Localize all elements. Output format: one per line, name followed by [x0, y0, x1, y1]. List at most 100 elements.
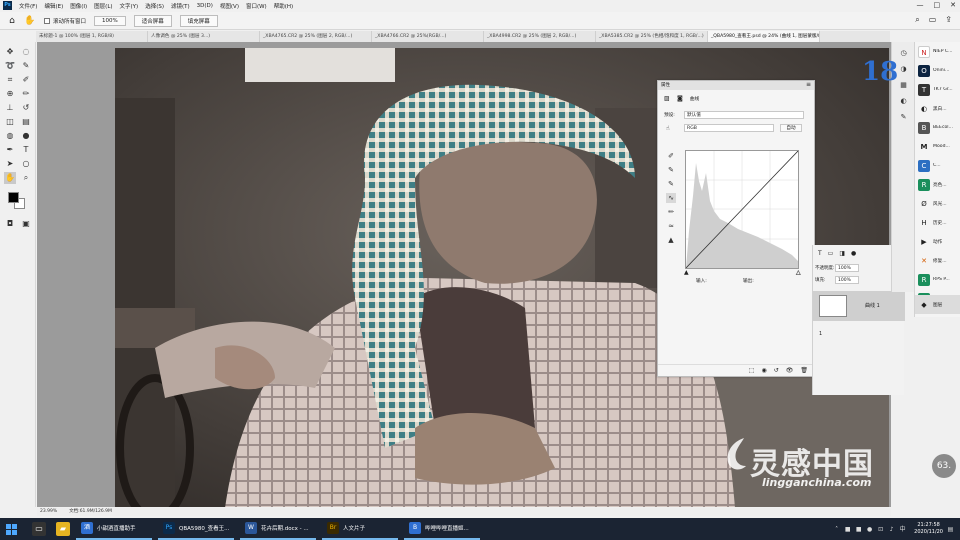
notification-icon[interactable]: ▤ — [947, 526, 954, 533]
menu-layer[interactable]: 图层(L) — [94, 2, 112, 10]
brush-panel-icon[interactable]: ✎ — [898, 112, 909, 123]
volume-icon[interactable]: ♪ — [888, 526, 895, 533]
menu-window[interactable]: 窗口(W) — [246, 2, 267, 10]
smooth-curve-icon[interactable]: ≈ — [666, 221, 676, 231]
color-panel-icon[interactable]: ◑ — [898, 64, 909, 75]
dodge-tool-icon[interactable]: ● — [20, 130, 32, 142]
quick-select-icon[interactable]: ✎ — [20, 60, 32, 72]
eyedropper-icon[interactable]: ✐ — [20, 74, 32, 86]
zoom-value-field[interactable]: 100% — [94, 15, 126, 26]
smart-filter-icon[interactable]: ◨ — [839, 250, 845, 257]
layer-row-background[interactable]: 1 — [813, 321, 905, 351]
quick-mask-icon[interactable]: ◘ — [4, 218, 16, 230]
extension-item-2[interactable]: O Onini... — [915, 61, 960, 80]
layer-mask-thumbnail[interactable] — [819, 295, 847, 317]
workspace-icon[interactable]: ▭ — [929, 15, 937, 25]
target-adjust-icon[interactable]: ☝ — [666, 125, 670, 132]
extension-item-3[interactable]: T TK7 Gr... — [915, 80, 960, 99]
hand-tool-icon[interactable]: ✋ — [24, 15, 36, 27]
tab-document-active[interactable]: _QBA5980_查看王.psd @ 24% (曲线 1, 图层蒙版/8) * — [708, 31, 820, 42]
network-icon[interactable]: ⊡ — [877, 526, 884, 533]
input-method-icon[interactable]: 中 — [899, 526, 906, 533]
opacity-field[interactable]: 100% — [835, 264, 859, 272]
minimize-button[interactable]: — — [917, 1, 924, 9]
taskbar-app-4[interactable]: Br 人文片子 — [322, 518, 398, 540]
extension-item-9[interactable]: Ø 风光... — [915, 194, 960, 213]
clip-to-layer-icon[interactable]: ⬚ — [749, 365, 755, 376]
start-button[interactable] — [0, 518, 22, 540]
extension-item-7[interactable]: C C... — [915, 156, 960, 175]
extension-item-5[interactable]: B BEEcol... — [915, 118, 960, 137]
filter-toggle-icon[interactable]: ● — [851, 250, 856, 257]
black-slider-icon[interactable]: ▲ — [684, 269, 689, 276]
type-filter-icon[interactable]: T — [818, 250, 822, 257]
menu-type[interactable]: 文字(Y) — [120, 2, 139, 10]
tab-document-1[interactable]: 未标题-1 @ 100% (图层 1, RGB/8) — [36, 31, 148, 42]
extension-item-13[interactable]: R RPS P... — [915, 270, 960, 289]
menu-view[interactable]: 视图(V) — [220, 2, 239, 10]
tab-document-2[interactable]: 人像调色 @ 25% (图层 3...) — [148, 31, 260, 42]
extension-item-8[interactable]: R 亮色... — [915, 175, 960, 194]
tab-document-3[interactable]: _XBA4765.CR2 @ 25% (图层 2, RGB/...) — [260, 31, 372, 42]
type-tool-icon[interactable]: T — [20, 144, 32, 156]
tab-document-6[interactable]: _XBA5385.CR2 @ 25% (色相/饱和度 1, RGB/...) — [596, 31, 708, 42]
chevron-up-icon[interactable]: ˄ — [833, 526, 840, 533]
healing-brush-icon[interactable]: ⊕ — [4, 88, 16, 100]
pencil-draw-icon[interactable]: ✏ — [666, 207, 676, 217]
extension-item-1[interactable]: N NIEP C... — [915, 42, 960, 61]
shape-filter-icon[interactable]: ▭ — [828, 250, 834, 257]
tray-app-icon-2[interactable]: ■ — [855, 526, 862, 533]
crop-tool-icon[interactable]: ⌗ — [4, 74, 16, 86]
reset-icon[interactable]: ↺ — [774, 365, 779, 376]
taskbar-app-1[interactable]: 酒 小甜酒直播助手 — [76, 518, 152, 540]
gradient-tool-icon[interactable]: ▤ — [20, 116, 32, 128]
layer-row-curves[interactable]: 曲线 1 — [813, 291, 905, 321]
curves-graph[interactable] — [685, 150, 799, 269]
curve-edit-icon[interactable]: ∿ — [666, 193, 676, 203]
white-slider-icon[interactable]: △ — [796, 269, 801, 276]
menu-filter[interactable]: 滤镜(T) — [171, 2, 190, 10]
layers-panel-tab[interactable]: ◆ 图层 — [915, 295, 960, 314]
extension-item-4[interactable]: ◐ 黑白... — [915, 99, 960, 118]
auto-button[interactable]: 自动 — [780, 124, 802, 132]
home-icon[interactable]: ⌂ — [6, 15, 18, 27]
taskbar-app-5[interactable]: B 哔哩哔哩直播姬... — [404, 518, 480, 540]
tab-document-5[interactable]: _XBA4998.CR2 @ 25% (图层 2, RGB/...) — [484, 31, 596, 42]
menu-select[interactable]: 选择(S) — [145, 2, 164, 10]
black-point-eyedropper-icon[interactable]: ✎ — [666, 165, 676, 175]
extension-item-12[interactable]: ✕ 修复... — [915, 251, 960, 270]
clipping-warning-icon[interactable]: ▲ — [666, 235, 676, 245]
extension-item-10[interactable]: H 历史... — [915, 213, 960, 232]
tab-document-4[interactable]: _XBA4766.CR2 @ 25%(RGB/...) — [372, 31, 484, 42]
fill-screen-button[interactable]: 填充屏幕 — [179, 14, 218, 27]
pen-tool-icon[interactable]: ✒ — [4, 144, 16, 156]
move-tool-icon[interactable]: ✥ — [4, 46, 16, 58]
marquee-tool-icon[interactable]: ◌ — [20, 46, 32, 58]
hand-tool-icon[interactable]: ✋ — [4, 172, 16, 184]
tray-app-icon[interactable]: ■ — [844, 526, 851, 533]
stamp-tool-icon[interactable]: ⊥ — [4, 102, 16, 114]
menu-3d[interactable]: 3D(D) — [197, 3, 213, 9]
file-explorer-icon[interactable]: ▰ — [56, 522, 70, 536]
blur-tool-icon[interactable]: ◍ — [4, 130, 16, 142]
share-icon[interactable]: ⇪ — [945, 15, 952, 25]
menu-help[interactable]: 帮助(H) — [274, 2, 293, 10]
menu-edit[interactable]: 编辑(E) — [44, 2, 63, 10]
brush-tool-icon[interactable]: ✏ — [20, 88, 32, 100]
swatches-panel-icon[interactable]: ▦ — [898, 80, 909, 91]
point-tool-icon[interactable]: ✐ — [666, 151, 676, 161]
fill-field[interactable]: 100% — [835, 276, 859, 284]
task-view-icon[interactable]: ▭ — [32, 522, 46, 536]
mask-icon[interactable]: ◙ — [677, 95, 683, 102]
zoom-tool-icon[interactable]: ⌕ — [20, 172, 32, 184]
properties-title[interactable]: 属性 — [658, 81, 814, 90]
search-icon[interactable]: ⌕ — [915, 15, 919, 25]
fit-screen-button[interactable]: 适合屏幕 — [133, 14, 172, 27]
path-select-icon[interactable]: ➤ — [4, 158, 16, 170]
delete-icon[interactable]: 🗑 — [800, 365, 808, 376]
maximize-button[interactable]: □ — [934, 1, 941, 9]
clock[interactable]: 21:27:58 2020/11/20 — [914, 522, 943, 536]
lasso-tool-icon[interactable]: ➰ — [4, 60, 16, 72]
menu-file[interactable]: 文件(F) — [19, 2, 37, 10]
gray-point-eyedropper-icon[interactable]: ✎ — [666, 179, 676, 189]
